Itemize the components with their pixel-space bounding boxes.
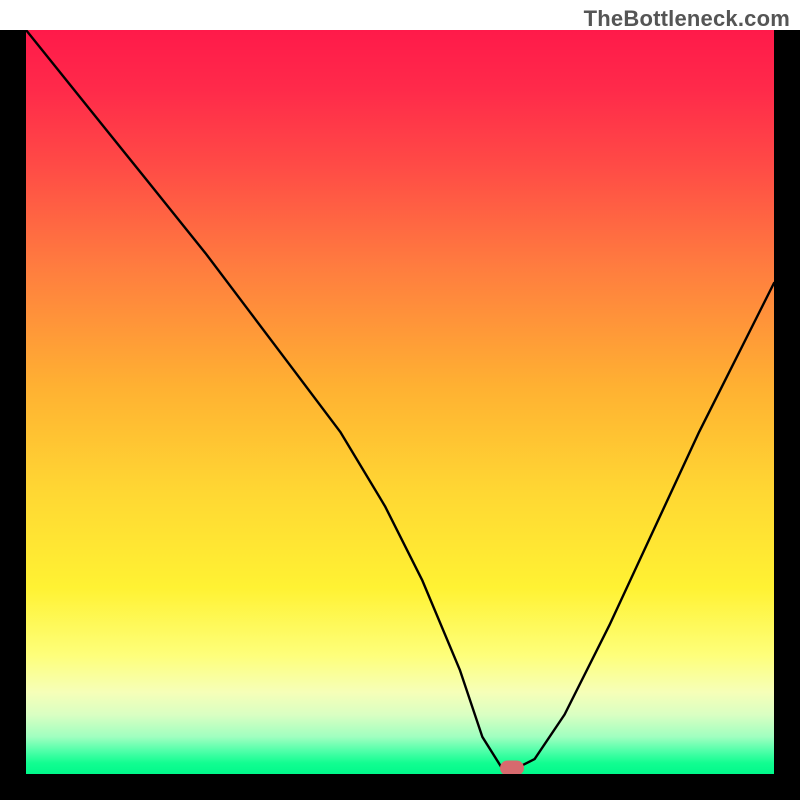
optimal-point-marker [500,761,524,774]
chart-container: TheBottleneck.com [0,0,800,800]
plot-frame [0,30,800,800]
plot-area [26,30,774,774]
bottleneck-curve [26,30,774,774]
watermark-text: TheBottleneck.com [584,6,790,32]
